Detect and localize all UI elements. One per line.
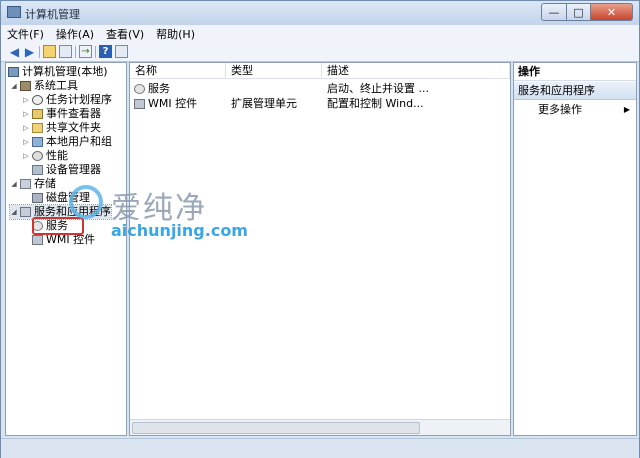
tree-label: 存储 [34,177,56,190]
scrollbar-thumb[interactable] [132,422,420,434]
storage-icon [20,179,31,189]
tree-label: 计算机管理(本地) [22,65,108,78]
show-hide-tree-icon[interactable] [59,45,72,58]
more-actions-item[interactable]: 更多操作 ▶ [514,102,636,118]
menu-help[interactable]: 帮助(H) [150,26,201,42]
tree-item-root[interactable]: 计算机管理(本地) [8,65,108,79]
clock-icon [32,95,43,105]
row-name: WMI 控件 [148,97,198,110]
highlight-box [32,217,84,235]
export-icon[interactable]: → [79,45,92,58]
menu-view[interactable]: 查看(V) [100,26,150,42]
details-list: 名称 类型 描述 服务 启动、终止并设置 ... WMI 控件 扩展管理单元 配… [129,62,511,436]
collapsed-icon[interactable]: ▷ [22,121,30,135]
tree-item-device-manager[interactable]: 设备管理器 [32,163,101,177]
menu-file[interactable]: 文件(F) [1,26,50,42]
status-bar [1,438,639,458]
submenu-arrow-icon: ▶ [623,105,630,114]
actions-title: 操作 [514,63,636,81]
horizontal-scrollbar[interactable] [130,419,510,435]
more-actions-label: 更多操作 [538,103,582,116]
services-apps-icon [20,207,31,217]
tree-item-system-tools[interactable]: ◢ 系统工具 [10,79,78,93]
properties-icon[interactable] [115,45,128,58]
tree-item-performance[interactable]: ▷ 性能 [22,149,68,163]
tree-label: 共享文件夹 [46,121,101,134]
computer-management-window: 计算机管理 — □ ✕ 文件(F) 操作(A) 查看(V) 帮助(H) ◀ ▶ … [0,0,640,458]
gear-icon [134,83,145,94]
tree-item-event-viewer[interactable]: ▷ 事件查看器 [22,107,101,121]
row-type: 扩展管理单元 [231,97,297,110]
row-description: 配置和控制 Wind... [327,97,424,110]
menu-action[interactable]: 操作(A) [50,26,100,42]
collapsed-icon[interactable]: ▷ [22,93,30,107]
title-bar[interactable]: 计算机管理 — □ ✕ [1,1,639,25]
computer-icon [8,67,19,77]
performance-icon [32,151,43,161]
tree-label: 本地用户和组 [46,135,112,148]
navigation-tree: 计算机管理(本地) ◢ 系统工具 ▷ 任务计划程序 ▷ 事件查看器 ▷ 共享文件… [5,62,127,436]
up-folder-icon[interactable] [43,45,56,58]
close-button[interactable]: ✕ [591,3,633,21]
event-viewer-icon [32,109,43,119]
expanded-icon[interactable]: ◢ [10,177,18,191]
actions-pane: 操作 服务和应用程序 更多操作 ▶ [513,62,637,436]
column-header-description[interactable]: 描述 [322,63,510,79]
shared-folder-icon [32,123,43,133]
menu-bar: 文件(F) 操作(A) 查看(V) 帮助(H) [1,25,639,44]
toolbar-separator [95,46,96,58]
tree-label: 性能 [46,149,68,162]
tree-label: 任务计划程序 [46,93,112,106]
users-icon [32,137,43,147]
wmi-icon [134,98,145,109]
toolbar: ◀ ▶ → ? [1,43,639,62]
toolbar-separator [39,46,40,58]
tree-item-storage[interactable]: ◢ 存储 [10,177,56,191]
back-icon[interactable]: ◀ [8,45,21,59]
tree-item-task-scheduler[interactable]: ▷ 任务计划程序 [22,93,112,107]
row-name-cell: 服务 [134,81,224,96]
disk-icon [32,193,43,203]
actions-section-header[interactable]: 服务和应用程序 [514,82,636,100]
list-row-wmi-control[interactable]: WMI 控件 扩展管理单元 配置和控制 Wind... [130,96,510,111]
row-name-cell: WMI 控件 [134,96,224,111]
tree-label: 系统工具 [34,79,78,92]
device-manager-icon [32,165,43,175]
tree-item-local-users[interactable]: ▷ 本地用户和组 [22,135,112,149]
tree-item-disk-management[interactable]: 磁盘管理 [32,191,90,205]
tree-label: 磁盘管理 [46,191,90,204]
tree-label: WMI 控件 [46,233,96,246]
tree-item-shared-folders[interactable]: ▷ 共享文件夹 [22,121,101,135]
row-description: 启动、终止并设置 ... [327,82,429,95]
column-header-type[interactable]: 类型 [226,63,322,79]
list-row-services[interactable]: 服务 启动、终止并设置 ... [130,81,510,96]
window-controls: — □ ✕ [541,3,633,21]
expanded-icon[interactable]: ◢ [10,79,18,93]
computer-management-icon [7,6,21,18]
forward-icon[interactable]: ▶ [23,45,36,59]
wmi-icon [32,235,43,245]
expanded-icon[interactable]: ◢ [10,205,18,219]
column-header-name[interactable]: 名称 [130,63,226,79]
collapsed-icon[interactable]: ▷ [22,135,30,149]
collapsed-icon[interactable]: ▷ [22,107,30,121]
tree-label: 事件查看器 [46,107,101,120]
tools-icon [20,81,31,91]
toolbar-separator [75,46,76,58]
minimize-button[interactable]: — [541,3,567,21]
help-icon[interactable]: ? [99,45,112,58]
maximize-button[interactable]: □ [567,3,591,21]
window-title: 计算机管理 [25,8,80,21]
collapsed-icon[interactable]: ▷ [22,149,30,163]
tree-label: 设备管理器 [46,163,101,176]
tree-item-wmi-control[interactable]: WMI 控件 [32,233,95,247]
row-name: 服务 [148,82,170,95]
